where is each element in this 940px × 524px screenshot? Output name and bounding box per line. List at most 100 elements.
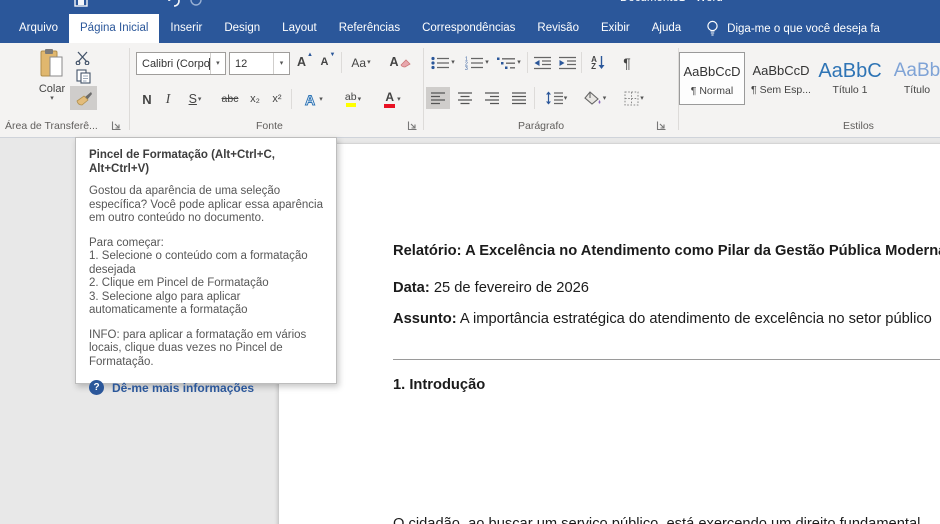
tab-referencias[interactable]: Referências <box>328 14 411 43</box>
bullets-button[interactable]: ▾ <box>428 52 458 73</box>
format-painter-tooltip: Pincel de Formatação (Alt+Ctrl+C, Alt+Ct… <box>75 137 337 395</box>
decrease-indent-button[interactable] <box>531 52 553 73</box>
clipboard-icon <box>40 49 62 77</box>
word-window: Documento1 - Word Arquivo Página Inicial… <box>0 0 940 524</box>
increase-indent-icon <box>558 56 576 69</box>
sort-button[interactable]: AZ <box>585 52 611 73</box>
small-separator <box>341 52 342 73</box>
cut-button[interactable] <box>72 50 94 66</box>
numbering-button[interactable]: 1 2 3 ▾ <box>462 52 492 73</box>
grow-font-button[interactable]: A ▲ <box>295 52 315 73</box>
font-dialog-launcher-icon[interactable] <box>407 120 418 131</box>
lightbulb-icon <box>707 20 718 36</box>
doc-title-line[interactable]: Relatório: A Excelência no Atendimento c… <box>393 243 940 259</box>
align-left-button[interactable] <box>426 87 450 109</box>
tooltip-intro: Gostou da aparência de uma seleção espec… <box>89 185 323 224</box>
tab-revisao[interactable]: Revisão <box>526 14 590 43</box>
font-size-value: 12 <box>235 57 248 70</box>
font-size-combobox[interactable]: 12 ▾ <box>229 52 290 75</box>
borders-button[interactable]: ▾ <box>616 87 652 109</box>
clear-formatting-button[interactable]: A <box>388 52 412 73</box>
align-right-icon <box>485 91 499 104</box>
bold-button[interactable]: N <box>138 89 156 109</box>
format-painter-icon <box>76 91 92 105</box>
tell-me-text: Diga-me o que você deseja fa <box>727 22 880 35</box>
highlight-icon: ab <box>345 91 357 107</box>
tab-layout[interactable]: Layout <box>271 14 328 43</box>
tab-correspondencias[interactable]: Correspondências <box>411 14 526 43</box>
doc-heading-introducao[interactable]: 1. Introdução <box>393 377 485 393</box>
clipboard-group-label: Área de Transferê... <box>5 120 98 132</box>
subscript-button[interactable]: x₂ <box>246 89 264 109</box>
line-spacing-button[interactable]: ▾ <box>539 87 573 109</box>
italic-button[interactable]: I <box>160 89 176 109</box>
tab-ajuda[interactable]: Ajuda <box>641 14 692 43</box>
chevron-down-icon[interactable]: ▾ <box>209 53 225 74</box>
show-formatting-marks-button[interactable]: ¶ <box>617 52 637 73</box>
paint-bucket-icon <box>583 90 601 105</box>
align-right-button[interactable] <box>480 87 504 109</box>
eraser-icon <box>400 59 411 68</box>
text-effects-button[interactable]: A ▾ <box>297 89 329 109</box>
align-center-button[interactable] <box>453 87 477 109</box>
tell-me-more-label: Dê-me mais informações <box>112 380 255 395</box>
justify-button[interactable] <box>507 87 531 109</box>
tab-pagina-inicial[interactable]: Página Inicial <box>69 14 160 43</box>
copy-icon <box>75 68 91 84</box>
underline-button[interactable]: S ▾ <box>181 89 209 109</box>
doc-date-value: 25 de fevereiro de 2026 <box>429 280 589 296</box>
svg-text:3: 3 <box>465 66 468 70</box>
clipboard-dialog-launcher-icon[interactable] <box>111 120 122 131</box>
tab-arquivo[interactable]: Arquivo <box>8 14 69 43</box>
horizontal-rule <box>393 359 940 360</box>
paste-button[interactable]: Colar ▾ <box>30 48 74 110</box>
paragraph-dialog-launcher-icon[interactable] <box>656 120 667 131</box>
redo-icon[interactable] <box>190 0 202 6</box>
numbered-list-icon: 1 2 3 <box>465 56 484 70</box>
style-normal[interactable]: AaBbCcD ¶ Normal <box>679 52 745 105</box>
tab-design[interactable]: Design <box>213 14 271 43</box>
shading-button[interactable]: ▾ <box>578 87 612 109</box>
doc-subject-line[interactable]: Assunto: A importância estratégica do at… <box>393 311 932 327</box>
font-name-value: Calibri (Corpo <box>142 57 209 70</box>
group-separator <box>129 48 130 130</box>
style-titulo[interactable]: AaBb Título <box>887 52 940 103</box>
shrink-font-button[interactable]: A ▼ <box>318 52 338 73</box>
save-icon[interactable] <box>74 0 88 7</box>
copy-button[interactable] <box>72 68 94 84</box>
undo-icon[interactable] <box>166 0 180 7</box>
style-sem-espacamento[interactable]: AaBbCcD ¶ Sem Esp... <box>749 52 813 103</box>
text-highlight-button[interactable]: ab ▾ <box>336 89 370 109</box>
format-painter-button[interactable] <box>70 86 97 110</box>
tab-exibir[interactable]: Exibir <box>590 14 641 43</box>
bullet-list-icon <box>431 56 450 69</box>
justify-icon <box>512 91 526 104</box>
doc-next-paragraph[interactable]: O cidadão, ao buscar um serviço público,… <box>393 516 920 524</box>
increase-indent-button[interactable] <box>556 52 578 73</box>
highlight-color-bar <box>345 103 356 107</box>
title-bar: Documento1 - Word <box>0 0 940 14</box>
font-name-combobox[interactable]: Calibri (Corpo ▾ <box>136 52 226 75</box>
doc-subject-label: Assunto: <box>393 311 457 327</box>
font-color-icon: A <box>383 90 396 108</box>
tooltip-step-3: 3. Selecione algo para aplicar automatic… <box>89 290 248 317</box>
tell-me-box[interactable]: Diga-me o que você deseja fa <box>706 14 880 43</box>
style-titulo-1[interactable]: AaBbC Título 1 <box>817 52 883 103</box>
superscript-button[interactable]: x² <box>268 89 286 109</box>
document-page[interactable] <box>278 143 940 524</box>
styles-group-label: Estilos <box>843 120 874 132</box>
font-color-button[interactable]: A ▾ <box>376 89 408 109</box>
strikethrough-button[interactable]: abc <box>218 89 242 109</box>
tab-inserir[interactable]: Inserir <box>159 14 213 43</box>
change-case-button[interactable]: Aa ▾ <box>347 52 375 73</box>
doc-date-line[interactable]: Data: 25 de fevereiro de 2026 <box>393 280 589 296</box>
sort-arrow-icon <box>598 55 605 69</box>
group-separator <box>423 48 424 130</box>
small-separator <box>291 89 292 109</box>
chevron-down-icon[interactable]: ▾ <box>273 53 289 74</box>
tell-me-more-link[interactable]: ? Dê-me mais informações <box>89 380 324 395</box>
paste-label: Colar <box>38 83 66 95</box>
multilevel-list-icon <box>497 57 516 69</box>
doc-date-label: Data: <box>393 280 430 296</box>
multilevel-list-button[interactable]: ▾ <box>494 52 524 73</box>
